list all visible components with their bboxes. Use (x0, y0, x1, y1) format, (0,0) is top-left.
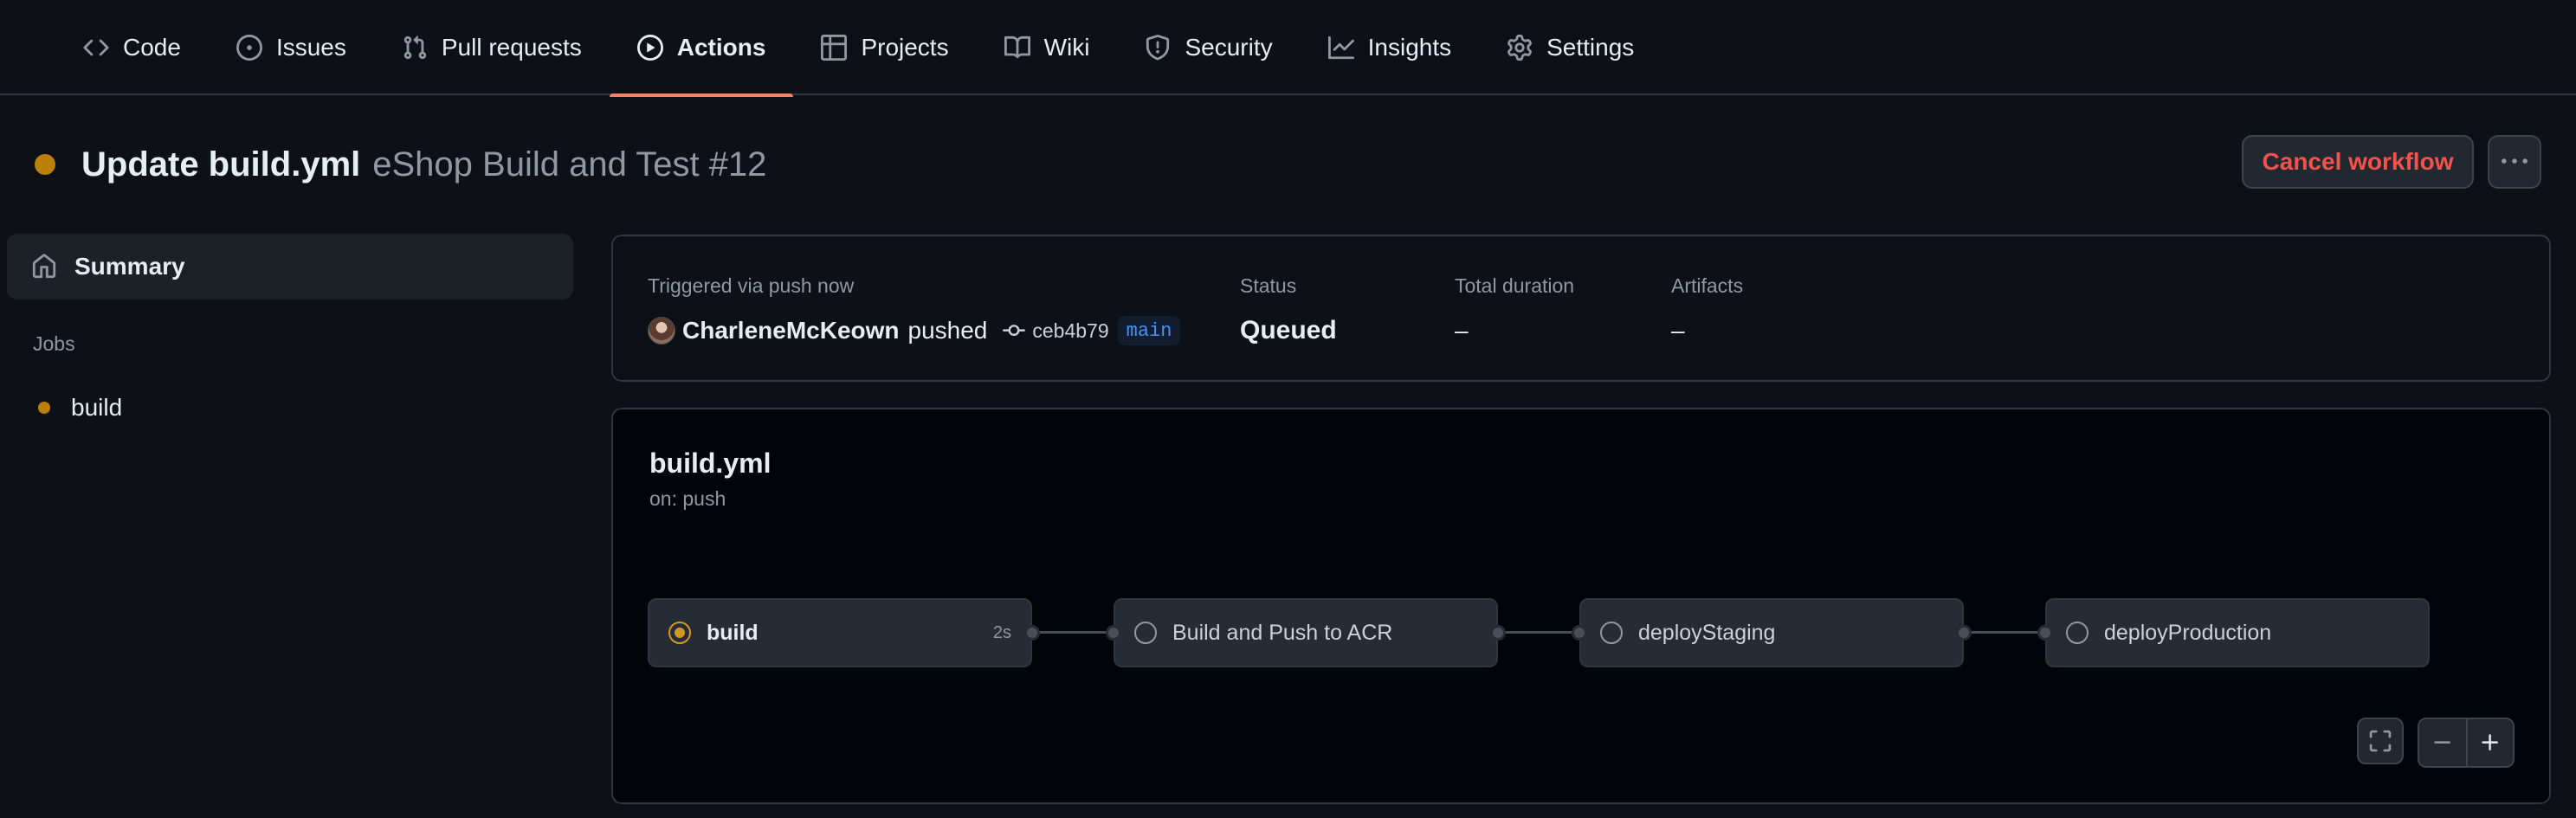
cancel-workflow-button[interactable]: Cancel workflow (2242, 135, 2474, 189)
git-pull-request-icon (402, 35, 428, 61)
job-port (1106, 625, 1121, 641)
page-title: Update build.yml (81, 145, 361, 184)
tab-label: Code (123, 34, 181, 61)
plus-icon (2479, 731, 2502, 754)
graph-icon (1327, 35, 1354, 61)
job-port (2037, 625, 2053, 641)
trigger-details: CharleneMcKeown pushed ceb4b79 main (648, 313, 1181, 348)
job-port (1956, 625, 1972, 641)
job-port (1490, 625, 1506, 641)
commit-sha-link[interactable]: ceb4b79 (1032, 319, 1108, 343)
home-icon (31, 254, 57, 280)
code-icon (83, 35, 109, 61)
tab-security[interactable]: Security (1117, 0, 1300, 95)
user-link[interactable]: CharleneMcKeown (682, 317, 900, 345)
zoom-out-button[interactable] (2419, 719, 2466, 766)
branch-label[interactable]: main (1117, 316, 1181, 345)
workflow-file-name[interactable]: build.yml (649, 448, 771, 480)
repo-nav: Code Issues Pull requests Actions Projec… (0, 0, 2576, 97)
sidebar-item-label: build (71, 394, 123, 421)
duration-label: Total duration (1455, 274, 1575, 297)
trigger-label: Triggered via push now (648, 274, 855, 297)
status-info: Status Queued (1240, 274, 1337, 348)
run-status-icon (35, 154, 55, 175)
sidebar-item-summary[interactable]: Summary (7, 234, 573, 300)
run-header: Update build.yml eShop Build and Test #1… (35, 130, 766, 199)
job-port (1572, 625, 1587, 641)
tab-code[interactable]: Code (55, 0, 209, 95)
graph-zoom-controls (2357, 718, 2515, 768)
job-port (1024, 625, 1040, 641)
tab-issues[interactable]: Issues (209, 0, 374, 95)
tab-pull-requests[interactable]: Pull requests (374, 0, 610, 95)
artifacts-info: Artifacts – (1671, 274, 1743, 348)
run-sidebar: Summary Jobs build (7, 234, 573, 432)
workflow-run-name: eShop Build and Test #12 (372, 145, 767, 184)
run-title-line: Update build.yml eShop Build and Test #1… (81, 145, 766, 184)
table-icon (821, 35, 848, 61)
tab-label: Settings (1546, 34, 1635, 61)
play-icon (636, 35, 663, 61)
workflow-trigger: on: push (649, 487, 726, 510)
zoom-button-group (2418, 718, 2515, 768)
status-value: Queued (1240, 316, 1337, 345)
in-progress-icon (668, 622, 691, 644)
sidebar-item-label: Summary (74, 253, 185, 280)
kebab-horizontal-icon (2502, 149, 2528, 175)
tab-actions[interactable]: Actions (609, 0, 794, 97)
tab-settings[interactable]: Settings (1479, 0, 1662, 95)
artifacts-label: Artifacts (1671, 274, 1744, 297)
job-duration: 2s (992, 622, 1011, 642)
dash-icon (2431, 731, 2454, 754)
queued-icon (1600, 622, 1623, 644)
tab-label: Insights (1367, 34, 1452, 61)
shield-icon (1145, 35, 1171, 61)
tab-label: Wiki (1043, 34, 1090, 61)
book-icon (1004, 35, 1030, 61)
repo-tabs: Code Issues Pull requests Actions Projec… (55, 0, 1662, 97)
duration-info: Total duration – (1455, 274, 1574, 348)
status-label: Status (1240, 274, 1297, 297)
issue-opened-icon (236, 35, 262, 61)
job-status-icon (38, 402, 50, 414)
job-node-deploy-production[interactable]: deployProduction (2045, 598, 2430, 667)
job-node-deploy-staging[interactable]: deployStaging (1579, 598, 1964, 667)
job-name: build (707, 620, 759, 645)
artifacts-value: – (1671, 317, 1685, 344)
job-name: Build and Push to ACR (1172, 620, 1393, 645)
job-node-build[interactable]: build 2s (648, 598, 1032, 667)
header-actions: Cancel workflow (2242, 135, 2541, 189)
screen-full-icon (2368, 729, 2392, 753)
tab-insights[interactable]: Insights (1301, 0, 1480, 95)
avatar[interactable] (648, 317, 675, 345)
tab-label: Security (1185, 34, 1273, 61)
trigger-info: Triggered via push now CharleneMcKeown p… (648, 274, 1181, 348)
push-action-text: pushed (907, 317, 988, 344)
job-name: deployStaging (1638, 620, 1776, 645)
tab-wiki[interactable]: Wiki (977, 0, 1118, 95)
git-commit-icon (1003, 319, 1026, 342)
tab-label: Issues (275, 34, 346, 61)
queued-icon (1134, 622, 1157, 644)
tab-projects[interactable]: Projects (793, 0, 976, 95)
duration-value: – (1455, 317, 1469, 344)
gear-icon (1507, 35, 1533, 61)
tab-label: Pull requests (441, 34, 582, 61)
more-options-button[interactable] (2488, 135, 2541, 189)
tab-label: Projects (861, 34, 949, 61)
job-node-build-and-push[interactable]: Build and Push to ACR (1114, 598, 1498, 667)
queued-icon (2066, 622, 2089, 644)
fullscreen-button[interactable] (2357, 718, 2404, 764)
workflow-graph-card: build.yml on: push build 2s Build and Pu… (611, 408, 2551, 804)
jobs-heading: Jobs (33, 332, 75, 355)
sidebar-item-build[interactable]: build (7, 383, 573, 432)
tab-label: Actions (676, 34, 766, 61)
job-name: deployProduction (2104, 620, 2272, 645)
run-summary-card: Triggered via push now CharleneMcKeown p… (611, 235, 2551, 382)
zoom-in-button[interactable] (2466, 719, 2513, 766)
